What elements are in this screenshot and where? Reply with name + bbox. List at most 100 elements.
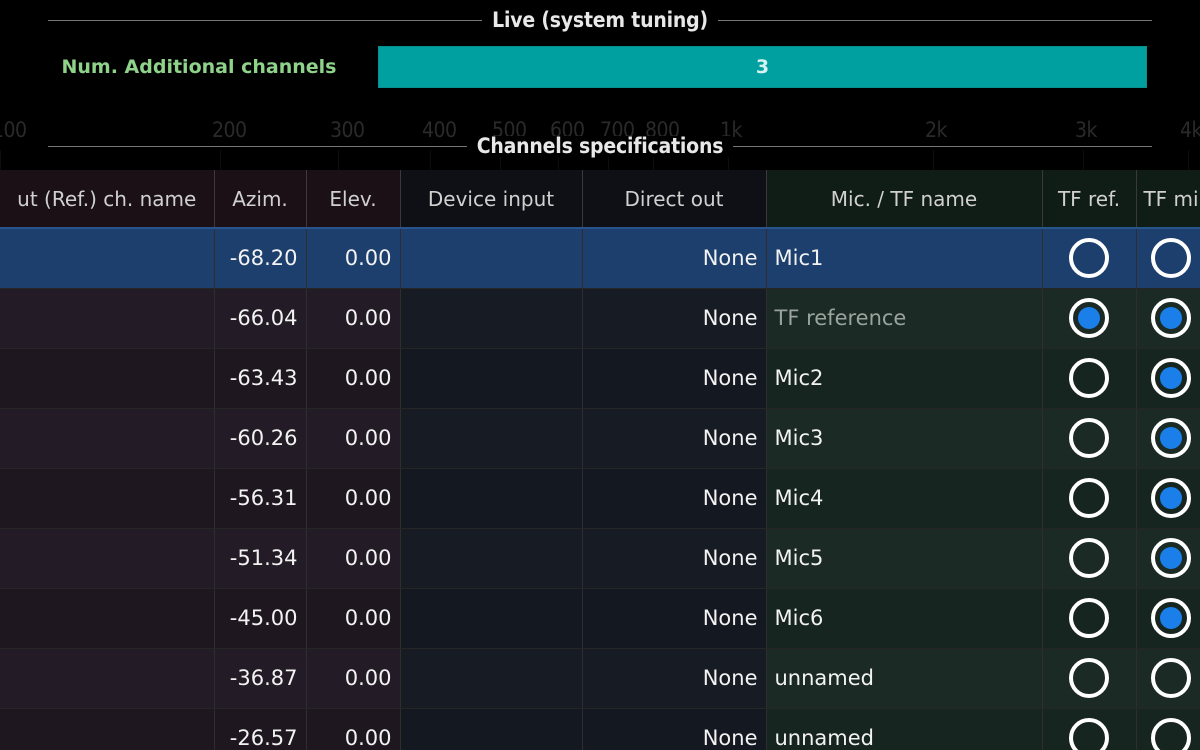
channels-specifications-table[interactable]: ut (Ref.) ch. name Azim. Elev. Device in… [0, 170, 1200, 750]
cell-direct-out[interactable]: None [582, 708, 766, 750]
cell-elevation[interactable]: 0.00 [306, 528, 400, 588]
radio-unselected-icon[interactable] [1069, 658, 1109, 698]
cell-direct-out[interactable]: None [582, 648, 766, 708]
cell-output-ref-ch-name[interactable] [0, 468, 214, 528]
cell-direct-out[interactable]: None [582, 588, 766, 648]
cell-mic-tf-name[interactable]: Mic3 [766, 408, 1042, 468]
tf-ref-radio-cell[interactable] [1042, 468, 1136, 528]
cell-azimuth[interactable]: -66.04 [214, 288, 306, 348]
column-header-direct-out[interactable]: Direct out [582, 170, 766, 228]
radio-selected-icon[interactable] [1069, 298, 1109, 338]
cell-output-ref-ch-name[interactable] [0, 348, 214, 408]
radio-selected-icon[interactable] [1151, 358, 1191, 398]
cell-mic-tf-name[interactable]: Mic5 [766, 528, 1042, 588]
tf-mic-radio-cell[interactable] [1136, 468, 1200, 528]
tf-mic-radio-cell[interactable] [1136, 588, 1200, 648]
cell-device-input[interactable] [400, 348, 582, 408]
radio-selected-icon[interactable] [1151, 598, 1191, 638]
cell-mic-tf-name[interactable]: unnamed [766, 648, 1042, 708]
cell-elevation[interactable]: 0.00 [306, 228, 400, 288]
tf-ref-radio-cell[interactable] [1042, 588, 1136, 648]
radio-selected-icon[interactable] [1151, 418, 1191, 458]
cell-direct-out[interactable]: None [582, 228, 766, 288]
cell-device-input[interactable] [400, 708, 582, 750]
table-row[interactable]: -36.870.00 Noneunnamed [0, 648, 1200, 708]
column-header-elevation[interactable]: Elev. [306, 170, 400, 228]
cell-azimuth[interactable]: -45.00 [214, 588, 306, 648]
tf-ref-radio-cell[interactable] [1042, 288, 1136, 348]
cell-device-input[interactable] [400, 468, 582, 528]
radio-unselected-icon[interactable] [1151, 718, 1191, 750]
column-header-tf-mic[interactable]: TF mi [1136, 170, 1200, 228]
cell-output-ref-ch-name[interactable] [0, 708, 214, 750]
cell-elevation[interactable]: 0.00 [306, 468, 400, 528]
tf-ref-radio-cell[interactable] [1042, 228, 1136, 288]
table-row[interactable]: -63.430.00 NoneMic2 [0, 348, 1200, 408]
cell-azimuth[interactable]: -68.20 [214, 228, 306, 288]
tf-ref-radio-cell[interactable] [1042, 648, 1136, 708]
radio-unselected-icon[interactable] [1151, 658, 1191, 698]
table-row[interactable]: -66.040.00 NoneTF reference [0, 288, 1200, 348]
cell-output-ref-ch-name[interactable] [0, 648, 214, 708]
cell-mic-tf-name[interactable]: Mic1 [766, 228, 1042, 288]
cell-device-input[interactable] [400, 528, 582, 588]
cell-azimuth[interactable]: -63.43 [214, 348, 306, 408]
radio-unselected-icon[interactable] [1069, 358, 1109, 398]
tf-mic-radio-cell[interactable] [1136, 288, 1200, 348]
radio-unselected-icon[interactable] [1069, 538, 1109, 578]
cell-output-ref-ch-name[interactable] [0, 588, 214, 648]
column-header-azimuth[interactable]: Azim. [214, 170, 306, 228]
cell-azimuth[interactable]: -26.57 [214, 708, 306, 750]
table-row[interactable]: -60.260.00NoneMic3 [0, 408, 1200, 468]
cell-output-ref-ch-name[interactable] [0, 228, 214, 288]
column-header-output-ref-ch-name[interactable]: ut (Ref.) ch. name [0, 170, 214, 228]
tf-ref-radio-cell[interactable] [1042, 708, 1136, 750]
tf-ref-radio-cell[interactable] [1042, 348, 1136, 408]
tf-ref-radio-cell[interactable] [1042, 528, 1136, 588]
cell-elevation[interactable]: 0.00 [306, 648, 400, 708]
cell-device-input[interactable] [400, 288, 582, 348]
cell-elevation[interactable]: 0.00 [306, 348, 400, 408]
column-header-tf-ref[interactable]: TF ref. [1042, 170, 1136, 228]
cell-mic-tf-name[interactable]: Mic6 [766, 588, 1042, 648]
cell-device-input[interactable] [400, 228, 582, 288]
cell-mic-tf-name[interactable]: TF reference [766, 288, 1042, 348]
radio-unselected-icon[interactable] [1069, 718, 1109, 750]
radio-unselected-icon[interactable] [1069, 478, 1109, 518]
cell-direct-out[interactable]: None [582, 468, 766, 528]
cell-azimuth[interactable]: -51.34 [214, 528, 306, 588]
num-additional-channels-field[interactable]: 3 [378, 46, 1147, 88]
cell-elevation[interactable]: 0.00 [306, 408, 400, 468]
cell-direct-out[interactable]: None [582, 348, 766, 408]
cell-elevation[interactable]: 0.00 [306, 288, 400, 348]
cell-direct-out[interactable]: None [582, 288, 766, 348]
cell-output-ref-ch-name[interactable] [0, 288, 214, 348]
radio-unselected-icon[interactable] [1069, 238, 1109, 278]
cell-output-ref-ch-name[interactable] [0, 528, 214, 588]
cell-azimuth[interactable]: -56.31 [214, 468, 306, 528]
radio-unselected-icon[interactable] [1069, 598, 1109, 638]
tf-mic-radio-cell[interactable] [1136, 648, 1200, 708]
cell-mic-tf-name[interactable]: Mic4 [766, 468, 1042, 528]
tf-mic-radio-cell[interactable] [1136, 708, 1200, 750]
column-header-mic-tf-name[interactable]: Mic. / TF name [766, 170, 1042, 228]
cell-device-input[interactable] [400, 588, 582, 648]
cell-azimuth[interactable]: -60.26 [214, 408, 306, 468]
cell-direct-out[interactable]: None [582, 528, 766, 588]
radio-selected-icon[interactable] [1151, 478, 1191, 518]
tf-ref-radio-cell[interactable] [1042, 408, 1136, 468]
cell-mic-tf-name[interactable]: Mic2 [766, 348, 1042, 408]
cell-mic-tf-name[interactable]: unnamed [766, 708, 1042, 750]
radio-unselected-icon[interactable] [1151, 238, 1191, 278]
table-row[interactable]: -68.200.00 NoneMic1 [0, 228, 1200, 288]
cell-output-ref-ch-name[interactable] [0, 408, 214, 468]
table-row[interactable]: -45.000.00NoneMic6 [0, 588, 1200, 648]
radio-selected-icon[interactable] [1151, 538, 1191, 578]
tf-mic-radio-cell[interactable] [1136, 228, 1200, 288]
cell-device-input[interactable] [400, 648, 582, 708]
table-row[interactable]: -26.570.00 Noneunnamed [0, 708, 1200, 750]
cell-elevation[interactable]: 0.00 [306, 708, 400, 750]
tf-mic-radio-cell[interactable] [1136, 408, 1200, 468]
cell-azimuth[interactable]: -36.87 [214, 648, 306, 708]
cell-device-input[interactable] [400, 408, 582, 468]
